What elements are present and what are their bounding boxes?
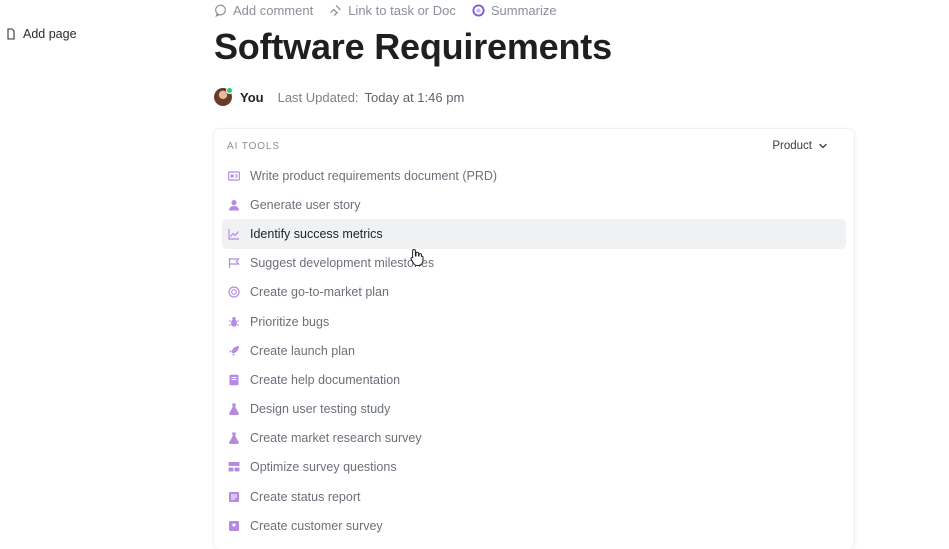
author-name: You [240,89,264,105]
link-task-button[interactable]: Link to task or Doc [329,3,456,18]
chevron-down-icon [819,143,827,149]
ai-tool-label: Identify success metrics [250,226,383,241]
ai-tool-item[interactable]: Suggest development milestones [222,249,846,278]
ai-tool-label: Write product requirements document (PRD… [250,168,498,183]
user-icon [228,199,240,211]
link-task-label: Link to task or Doc [348,3,456,18]
add-page-button[interactable]: Add page [5,27,77,41]
ai-tool-label: Design user testing study [250,402,391,417]
comment-icon [215,4,226,17]
ai-tool-label: Create help documentation [250,372,401,387]
rocket-icon [228,345,240,357]
ai-tool-label: Suggest development milestones [250,256,435,271]
add-comment-button[interactable]: Add comment [214,3,313,18]
doc-toolbar: Add comment Link to task or Doc Summariz… [214,3,573,18]
survey-icon [228,520,240,532]
category-dropdown-value: Product [772,140,812,152]
ai-tool-item[interactable]: Create market research survey [222,424,846,453]
add-comment-label: Add comment [233,3,314,18]
ai-tool-label: Create status report [250,489,361,504]
ai-tool-label: Create go-to-market plan [250,285,389,300]
bug-icon [228,316,240,328]
ai-tool-item[interactable]: Create customer survey [222,511,846,540]
ai-tool-label: Create launch plan [250,343,355,358]
ai-tool-item[interactable]: Generate user story [222,190,846,219]
summarize-button[interactable]: Summarize [472,3,557,18]
flag-icon [228,257,240,269]
doc-meta: You Last Updated: Today at 1:46 pm [214,87,465,106]
flask-icon [228,403,240,416]
cards-icon [228,461,240,473]
ai-tool-item[interactable]: Design user testing study [222,395,846,424]
page-title: Software Requirements [214,26,612,67]
ai-tools-list: Write product requirements document (PRD… [222,161,846,540]
ai-tool-item[interactable]: Create help documentation [222,365,846,394]
ai-tool-label: Optimize survey questions [250,460,397,475]
document-card-icon [228,170,240,182]
ai-tool-item[interactable]: Optimize survey questions [222,453,846,482]
ai-tool-label: Create market research survey [250,431,422,446]
link-icon [330,5,341,16]
ai-tool-item[interactable]: Create go-to-market plan [222,278,846,307]
line-chart-icon [228,228,240,240]
book-icon [228,374,240,386]
ai-tool-label: Create customer survey [250,518,383,533]
hand-pointer-cursor-icon [410,248,424,266]
ai-tools-panel: AI TOOLS Product Write product requireme… [214,129,854,549]
ai-tool-item[interactable]: Write product requirements document (PRD… [222,161,846,190]
ai-tool-item[interactable]: Identify success metrics [222,219,846,249]
last-updated-value: Today at 1:46 pm [364,89,465,105]
ai-tool-item[interactable]: Create launch plan [222,336,846,365]
ai-tools-section-label: AI TOOLS [227,140,280,152]
category-dropdown[interactable]: Product [772,140,828,152]
target-icon [228,286,240,298]
summarize-label: Summarize [490,3,557,18]
page-icon [7,28,15,40]
ai-tool-label: Generate user story [250,197,361,212]
report-icon [228,491,240,503]
online-status-dot [226,87,233,94]
add-page-label: Add page [23,27,77,41]
ai-tool-item[interactable]: Create status report [222,482,846,511]
ai-tool-item[interactable]: Prioritize bugs [222,307,846,336]
last-updated-label: Last Updated: [277,89,359,105]
ai-tool-label: Prioritize bugs [250,314,330,329]
ai-summarize-icon [472,4,485,17]
flask-icon [228,432,240,445]
avatar[interactable] [214,87,233,106]
